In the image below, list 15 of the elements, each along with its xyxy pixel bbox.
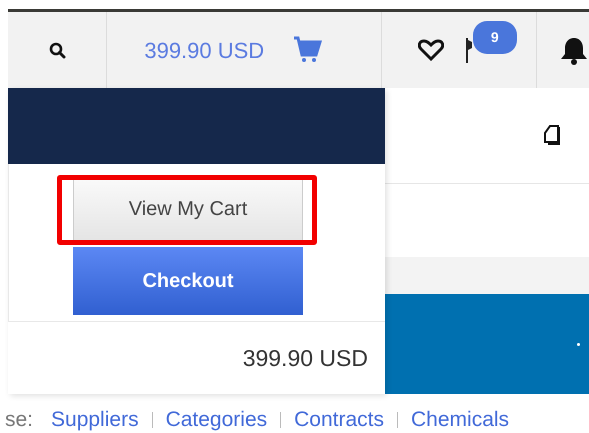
- heart-icon[interactable]: [418, 38, 444, 62]
- cart-icon[interactable]: [292, 35, 322, 65]
- browse-link[interactable]: Suppliers: [51, 404, 139, 433]
- browse-link[interactable]: Chemicals: [411, 404, 510, 433]
- browse-link[interactable]: Categories: [166, 404, 268, 433]
- dot-icon: [577, 342, 580, 346]
- flag-icon[interactable]: [466, 37, 472, 63]
- browse-link[interactable]: Contracts: [294, 404, 384, 433]
- bell-icon[interactable]: [559, 35, 589, 65]
- cart-total: 399.90 USD: [242, 344, 368, 373]
- browse-label: se:: [5, 407, 34, 433]
- checkout-button[interactable]: Checkout: [73, 247, 303, 315]
- search-icon[interactable]: [48, 42, 66, 58]
- cart-total-link[interactable]: 399.90 USD: [144, 34, 264, 66]
- notification-count: 9: [472, 21, 517, 54]
